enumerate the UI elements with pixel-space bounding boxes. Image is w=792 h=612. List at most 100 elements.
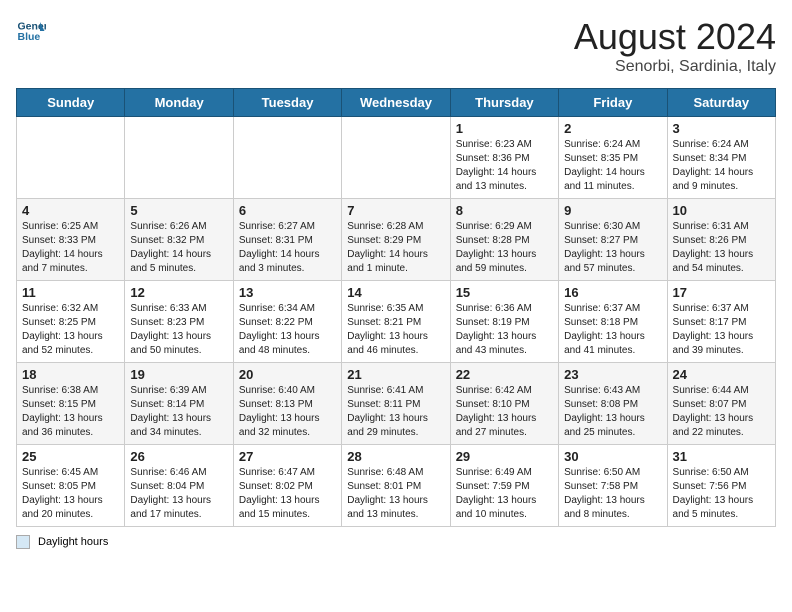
day-number: 31 (673, 449, 770, 464)
calendar-week-row: 18 Sunrise: 6:38 AM Sunset: 8:15 PM Dayli… (17, 363, 776, 445)
day-info: Sunrise: 6:33 AM Sunset: 8:23 PM Dayligh… (130, 302, 227, 358)
day-number: 30 (564, 449, 661, 464)
day-number: 21 (347, 367, 444, 382)
calendar-day-1: 1 Sunrise: 6:23 AM Sunset: 8:36 PM Daylig… (450, 117, 558, 199)
day-number: 17 (673, 285, 770, 300)
calendar-day-2: 2 Sunrise: 6:24 AM Sunset: 8:35 PM Daylig… (559, 117, 667, 199)
calendar-day-23: 23Sunrise: 6:43 AM Sunset: 8:08 PM Dayli… (559, 363, 667, 445)
calendar-day-5: 5 Sunrise: 6:26 AM Sunset: 8:32 PM Daylig… (125, 199, 233, 281)
calendar-day-15: 15 Sunrise: 6:36 AM Sunset: 8:19 PM Dayli… (450, 281, 558, 363)
day-info: Sunrise: 6:34 AM Sunset: 8:22 PM Dayligh… (239, 302, 336, 358)
day-info: Sunrise: 6:26 AM Sunset: 8:32 PM Dayligh… (130, 220, 227, 276)
logo: General Blue (16, 16, 46, 46)
day-number: 24 (673, 367, 770, 382)
day-info: Sunrise: 6:45 AM Sunset: 8:05 PM Dayligh… (22, 466, 119, 522)
day-number: 16 (564, 285, 661, 300)
calendar-day-9: 9 Sunrise: 6:30 AM Sunset: 8:27 PM Daylig… (559, 199, 667, 281)
day-info: Sunrise: 6:37 AM Sunset: 8:17 PM Dayligh… (673, 302, 770, 358)
day-number: 12 (130, 285, 227, 300)
day-number: 9 (564, 203, 661, 218)
calendar-day-12: 12 Sunrise: 6:33 AM Sunset: 8:23 PM Dayli… (125, 281, 233, 363)
calendar-day-21: 21 Sunrise: 6:41 AM Sunset: 8:11 PM Dayli… (342, 363, 450, 445)
title-block: August 2024 Senorbi, Sardinia, Italy (574, 16, 776, 76)
calendar-day-19: 19Sunrise: 6:39 AM Sunset: 8:14 PM Dayli… (125, 363, 233, 445)
calendar-day-10: 10Sunrise: 6:31 AM Sunset: 8:26 PM Dayli… (667, 199, 775, 281)
day-number: 20 (239, 367, 336, 382)
calendar-day-11: 11Sunrise: 6:32 AM Sunset: 8:25 PM Dayli… (17, 281, 125, 363)
day-info: Sunrise: 6:46 AM Sunset: 8:04 PM Dayligh… (130, 466, 227, 522)
day-number: 15 (456, 285, 553, 300)
calendar-day-28: 28Sunrise: 6:48 AM Sunset: 8:01 PM Dayli… (342, 445, 450, 527)
calendar-day-29: 29 Sunrise: 6:49 AM Sunset: 7:59 PM Dayli… (450, 445, 558, 527)
day-info: Sunrise: 6:42 AM Sunset: 8:10 PM Dayligh… (456, 384, 553, 440)
day-number: 1 (456, 121, 553, 136)
day-number: 26 (130, 449, 227, 464)
day-info: Sunrise: 6:32 AM Sunset: 8:25 PM Dayligh… (22, 302, 119, 358)
day-info: Sunrise: 6:23 AM Sunset: 8:36 PM Dayligh… (456, 138, 553, 194)
day-number: 4 (22, 203, 119, 218)
empty-day (17, 117, 125, 199)
day-number: 2 (564, 121, 661, 136)
calendar-week-row: 25 Sunrise: 6:45 AM Sunset: 8:05 PM Dayli… (17, 445, 776, 527)
weekday-header-tuesday: Tuesday (233, 89, 341, 117)
day-number: 6 (239, 203, 336, 218)
main-title: August 2024 (574, 16, 776, 58)
day-number: 7 (347, 203, 444, 218)
day-number: 28 (347, 449, 444, 464)
day-info: Sunrise: 6:39 AM Sunset: 8:14 PM Dayligh… (130, 384, 227, 440)
day-number: 25 (22, 449, 119, 464)
calendar-day-18: 18 Sunrise: 6:38 AM Sunset: 8:15 PM Dayli… (17, 363, 125, 445)
calendar-day-4: 4Sunrise: 6:25 AM Sunset: 8:33 PM Daylig… (17, 199, 125, 281)
day-info: Sunrise: 6:24 AM Sunset: 8:35 PM Dayligh… (564, 138, 661, 194)
logo-icon: General Blue (16, 16, 46, 46)
calendar-day-26: 26 Sunrise: 6:46 AM Sunset: 8:04 PM Dayli… (125, 445, 233, 527)
calendar-week-row: 1 Sunrise: 6:23 AM Sunset: 8:36 PM Daylig… (17, 117, 776, 199)
calendar-week-row: 11Sunrise: 6:32 AM Sunset: 8:25 PM Dayli… (17, 281, 776, 363)
day-number: 23 (564, 367, 661, 382)
day-info: Sunrise: 6:50 AM Sunset: 7:58 PM Dayligh… (564, 466, 661, 522)
day-info: Sunrise: 6:40 AM Sunset: 8:13 PM Dayligh… (239, 384, 336, 440)
day-number: 10 (673, 203, 770, 218)
calendar-day-13: 13 Sunrise: 6:34 AM Sunset: 8:22 PM Dayli… (233, 281, 341, 363)
day-info: Sunrise: 6:41 AM Sunset: 8:11 PM Dayligh… (347, 384, 444, 440)
calendar-day-8: 8Sunrise: 6:29 AM Sunset: 8:28 PM Daylig… (450, 199, 558, 281)
calendar-day-22: 22 Sunrise: 6:42 AM Sunset: 8:10 PM Dayli… (450, 363, 558, 445)
weekday-header-wednesday: Wednesday (342, 89, 450, 117)
calendar-day-14: 14Sunrise: 6:35 AM Sunset: 8:21 PM Dayli… (342, 281, 450, 363)
weekday-header-monday: Monday (125, 89, 233, 117)
calendar-day-30: 30 Sunrise: 6:50 AM Sunset: 7:58 PM Dayli… (559, 445, 667, 527)
svg-text:Blue: Blue (18, 31, 41, 43)
day-info: Sunrise: 6:36 AM Sunset: 8:19 PM Dayligh… (456, 302, 553, 358)
subtitle: Senorbi, Sardinia, Italy (574, 58, 776, 76)
day-number: 29 (456, 449, 553, 464)
day-number: 13 (239, 285, 336, 300)
weekday-header-friday: Friday (559, 89, 667, 117)
day-number: 27 (239, 449, 336, 464)
legend: Daylight hours (16, 535, 776, 549)
day-number: 8 (456, 203, 553, 218)
day-number: 18 (22, 367, 119, 382)
day-info: Sunrise: 6:37 AM Sunset: 8:18 PM Dayligh… (564, 302, 661, 358)
calendar-table: SundayMondayTuesdayWednesdayThursdayFrid… (16, 88, 776, 527)
empty-day (233, 117, 341, 199)
day-info: Sunrise: 6:24 AM Sunset: 8:34 PM Dayligh… (673, 138, 770, 194)
day-number: 5 (130, 203, 227, 218)
day-info: Sunrise: 6:44 AM Sunset: 8:07 PM Dayligh… (673, 384, 770, 440)
calendar-day-6: 6 Sunrise: 6:27 AM Sunset: 8:31 PM Daylig… (233, 199, 341, 281)
day-number: 22 (456, 367, 553, 382)
day-info: Sunrise: 6:30 AM Sunset: 8:27 PM Dayligh… (564, 220, 661, 276)
calendar-day-17: 17 Sunrise: 6:37 AM Sunset: 8:17 PM Dayli… (667, 281, 775, 363)
weekday-header-saturday: Saturday (667, 89, 775, 117)
day-info: Sunrise: 6:28 AM Sunset: 8:29 PM Dayligh… (347, 220, 444, 276)
empty-day (125, 117, 233, 199)
day-info: Sunrise: 6:38 AM Sunset: 8:15 PM Dayligh… (22, 384, 119, 440)
weekday-header-row: SundayMondayTuesdayWednesdayThursdayFrid… (17, 89, 776, 117)
day-info: Sunrise: 6:35 AM Sunset: 8:21 PM Dayligh… (347, 302, 444, 358)
calendar-day-25: 25 Sunrise: 6:45 AM Sunset: 8:05 PM Dayli… (17, 445, 125, 527)
weekday-header-thursday: Thursday (450, 89, 558, 117)
calendar-day-31: 31Sunrise: 6:50 AM Sunset: 7:56 PM Dayli… (667, 445, 775, 527)
day-info: Sunrise: 6:49 AM Sunset: 7:59 PM Dayligh… (456, 466, 553, 522)
legend-box (16, 535, 30, 549)
page-header: General Blue August 2024 Senorbi, Sardin… (16, 16, 776, 76)
day-info: Sunrise: 6:27 AM Sunset: 8:31 PM Dayligh… (239, 220, 336, 276)
